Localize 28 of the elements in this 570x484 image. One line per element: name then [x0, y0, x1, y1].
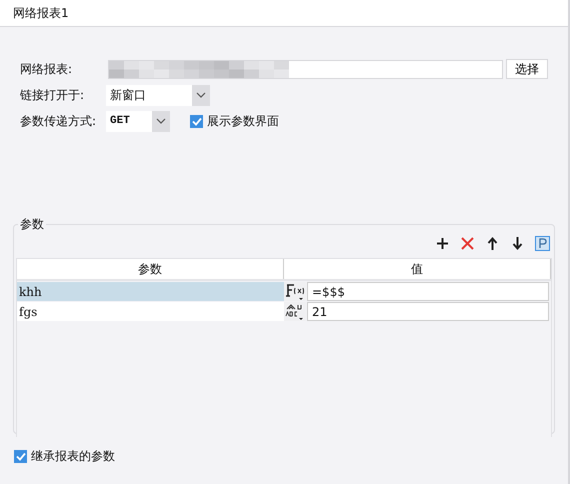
add-icon[interactable]: [435, 236, 450, 251]
arrow-up-icon[interactable]: [485, 236, 500, 251]
param-value-field[interactable]: =$$$: [307, 282, 549, 301]
open-target-dropdown[interactable]: 新窗口: [106, 84, 210, 106]
dropdown-caret-icon: [156, 118, 166, 124]
field-label: 参数传递方式:: [20, 112, 98, 130]
select-button[interactable]: 选择: [506, 59, 548, 79]
checkbox[interactable]: [14, 450, 27, 463]
method-dropdown[interactable]: GET: [106, 110, 170, 132]
column-header: 参数: [17, 259, 284, 279]
tab-title[interactable]: 网络报表1: [13, 4, 69, 22]
field-label: 网络报表:: [20, 60, 74, 78]
arrow-down-icon[interactable]: [510, 236, 525, 251]
formula-icon[interactable]: [285, 282, 305, 300]
param-value-field[interactable]: 21: [307, 302, 549, 321]
checkbox-label: 继承报表的参数: [31, 448, 115, 465]
text-type-icon[interactable]: [285, 302, 305, 320]
dropdown-caret-icon: [196, 92, 206, 98]
column-header: 值: [284, 259, 551, 279]
param-name-cell[interactable]: fgs: [17, 302, 284, 321]
delete-icon[interactable]: [460, 236, 475, 251]
checkbox-label: 展示参数界面: [207, 112, 279, 130]
checkbox[interactable]: [190, 114, 203, 128]
param-name-cell[interactable]: khh: [17, 282, 284, 301]
parameter-p-icon[interactable]: [535, 236, 550, 251]
group-title: 参数: [18, 216, 46, 233]
field-label: 链接打开于:: [20, 86, 86, 104]
report-path-field[interactable]: [108, 60, 503, 78]
